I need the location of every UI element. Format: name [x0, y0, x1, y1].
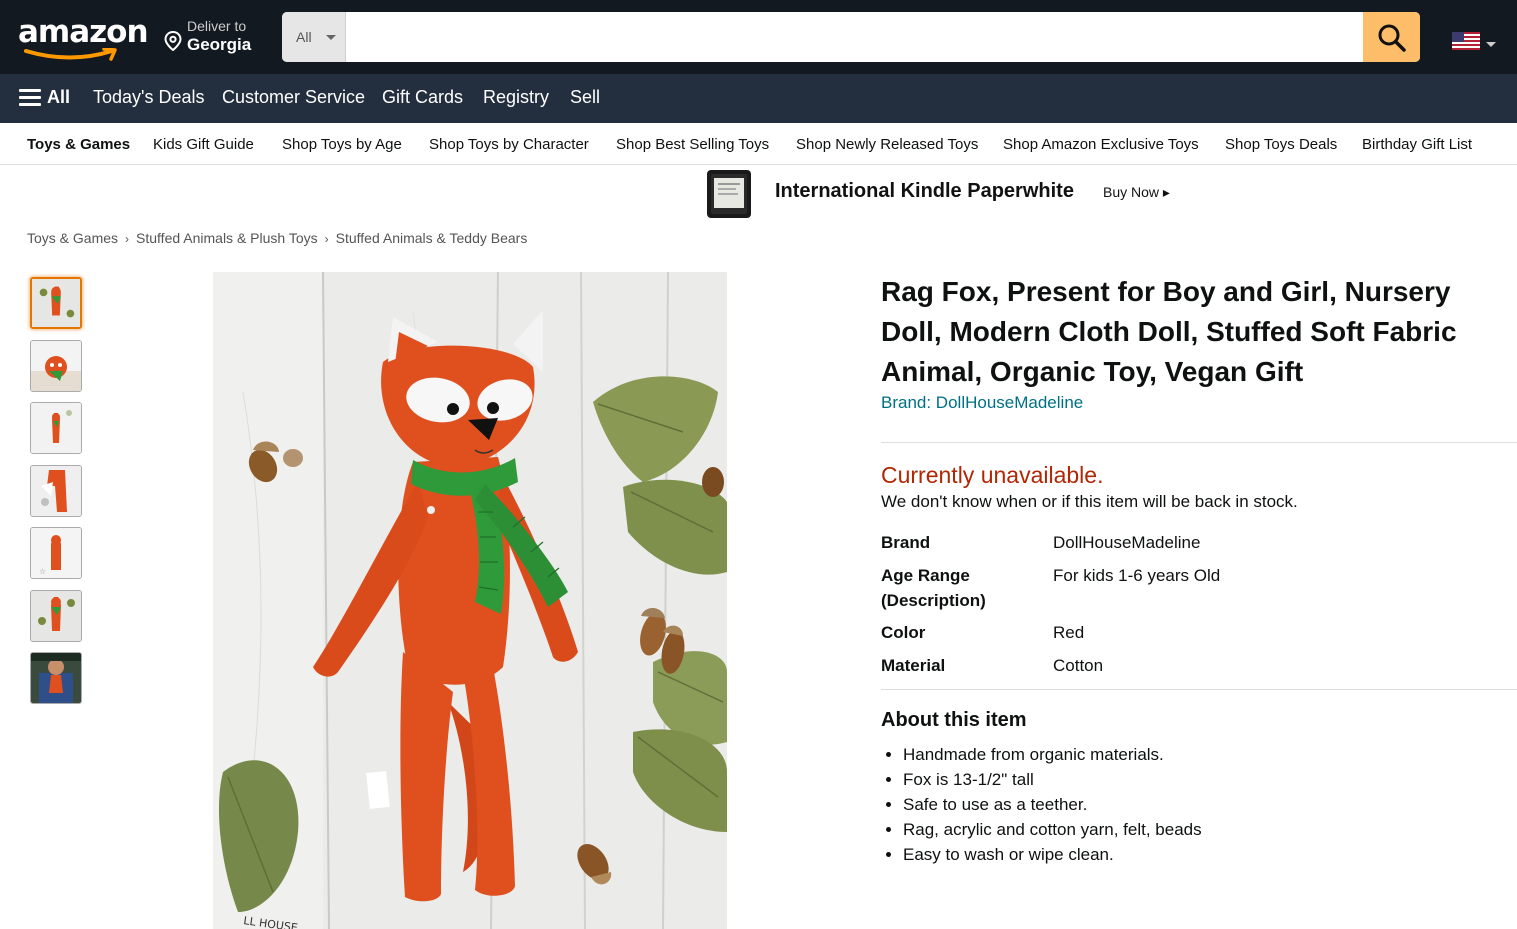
- search-icon: [1378, 24, 1406, 52]
- product-title: Rag Fox, Present for Boy and Girl, Nurse…: [881, 276, 1457, 387]
- feature-bullet: Easy to wash or wipe clean.: [903, 842, 1202, 867]
- search-bar: All: [282, 12, 1420, 62]
- nav-sell[interactable]: Sell: [570, 87, 600, 108]
- about-item-heading: About this item: [881, 709, 1027, 731]
- caret-down-icon: [326, 35, 336, 40]
- nav-registry[interactable]: Registry: [483, 87, 549, 108]
- thumbnail-image[interactable]: [30, 277, 82, 329]
- breadcrumb-item[interactable]: Stuffed Animals & Plush Toys: [136, 230, 318, 246]
- location-pin-icon: [164, 31, 182, 51]
- product-main-image[interactable]: LL HOUSE: [213, 272, 727, 929]
- spec-value-color: Red: [1053, 623, 1085, 642]
- subnav-shop-by-character[interactable]: Shop Toys by Character: [429, 136, 589, 153]
- ad-buy-now-link[interactable]: Buy Now ▸: [1103, 184, 1170, 201]
- thumbnail-image[interactable]: [30, 402, 82, 454]
- language-caret-icon[interactable]: [1486, 42, 1496, 47]
- amazon-logo[interactable]: amazon: [16, 12, 149, 61]
- search-button[interactable]: [1363, 12, 1420, 62]
- svg-text:☆: ☆: [39, 567, 46, 576]
- divider: [881, 689, 1517, 690]
- feature-bullet: Safe to use as a teether.: [903, 792, 1202, 817]
- breadcrumb-item[interactable]: Stuffed Animals & Teddy Bears: [336, 230, 528, 246]
- nav-customer-service[interactable]: Customer Service: [222, 87, 365, 108]
- subnav-kids-gift-guide[interactable]: Kids Gift Guide: [153, 136, 254, 153]
- kindle-ad-banner[interactable]: International Kindle Paperwhite Buy Now …: [700, 166, 1180, 220]
- subnav-toys-deals[interactable]: Shop Toys Deals: [1225, 136, 1337, 153]
- thumbnail-image[interactable]: [30, 340, 82, 392]
- search-input[interactable]: [347, 12, 1363, 62]
- rag-fox-photo: LL HOUSE: [213, 272, 727, 929]
- search-category-label: All: [296, 29, 312, 45]
- spec-value-brand: DollHouseMadeline: [1053, 533, 1201, 552]
- divider: [881, 442, 1517, 443]
- spec-label-color: Color: [881, 623, 926, 642]
- about-item-bullets: Handmade from organic materials. Fox is …: [903, 742, 1202, 867]
- kindle-device-icon: [707, 170, 751, 218]
- all-menu-label: All: [47, 87, 71, 107]
- thumbnail-image[interactable]: [30, 652, 82, 704]
- subnav-best-selling[interactable]: Shop Best Selling Toys: [616, 136, 769, 153]
- breadcrumb-item[interactable]: Toys & Games: [27, 230, 118, 246]
- deliver-label: Deliver to: [187, 18, 247, 34]
- feature-bullet: Handmade from organic materials.: [903, 742, 1202, 767]
- deliver-to-location[interactable]: Deliver to Georgia: [162, 17, 272, 59]
- nav-gift-cards[interactable]: Gift Cards: [382, 87, 463, 108]
- thumbnail-image[interactable]: [30, 465, 82, 517]
- breadcrumb: Toys & Games › Stuffed Animals & Plush Toy…: [27, 230, 527, 246]
- main-nav: All Today's Deals Customer Service Gift …: [0, 74, 1517, 123]
- breadcrumb-separator: ›: [125, 232, 130, 246]
- spec-value-age-range: For kids 1-6 years Old: [1053, 566, 1221, 585]
- logo-text: amazon: [18, 14, 149, 50]
- search-category-select[interactable]: All: [282, 12, 346, 62]
- spec-label-age-range: Age Range (Description): [881, 566, 986, 610]
- nav-todays-deals[interactable]: Today's Deals: [93, 87, 205, 108]
- spec-label-material: Material: [881, 656, 946, 675]
- subnav-amazon-exclusive[interactable]: Shop Amazon Exclusive Toys: [1003, 136, 1199, 153]
- breadcrumb-separator: ›: [324, 232, 329, 246]
- deliver-location: Georgia: [187, 35, 252, 54]
- thumbnail-image[interactable]: ☆: [30, 527, 82, 579]
- brand-store-link[interactable]: Brand: DollHouseMadeline: [881, 393, 1083, 413]
- availability-note: We don't know when or if this item will …: [881, 492, 1298, 511]
- subnav-shop-by-age[interactable]: Shop Toys by Age: [282, 136, 402, 153]
- smile-arrow-icon: [24, 48, 117, 61]
- ad-title: International Kindle Paperwhite: [775, 180, 1074, 202]
- feature-bullet: Rag, acrylic and cotton yarn, felt, bead…: [903, 817, 1202, 842]
- hamburger-icon: [19, 89, 41, 107]
- availability-status: Currently unavailable.: [881, 462, 1104, 488]
- top-header: amazon Deliver to Georgia All: [0, 0, 1517, 74]
- subnav-birthday-gift-list[interactable]: Birthday Gift List: [1362, 136, 1472, 153]
- us-flag-icon[interactable]: [1452, 32, 1480, 50]
- thumbnail-image[interactable]: [30, 590, 82, 642]
- subnav-newly-released[interactable]: Shop Newly Released Toys: [796, 136, 978, 153]
- spec-label-brand: Brand: [881, 533, 931, 552]
- spec-value-material: Cotton: [1053, 656, 1104, 675]
- feature-bullet: Fox is 13-1/2" tall: [903, 767, 1202, 792]
- subnav-toys-games[interactable]: Toys & Games: [27, 136, 130, 153]
- category-subnav: Toys & Games Kids Gift Guide Shop Toys b…: [0, 123, 1517, 165]
